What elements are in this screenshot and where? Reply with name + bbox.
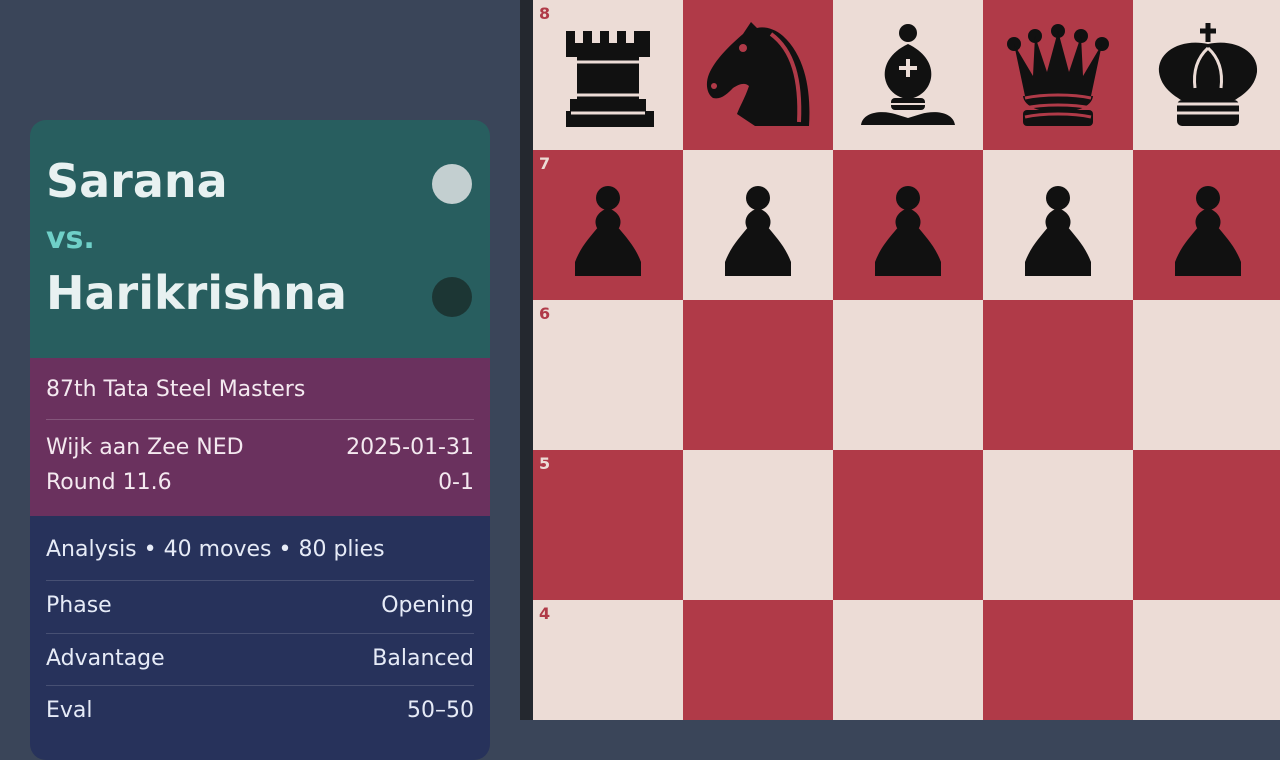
black-player-name: Harikrishna bbox=[46, 266, 347, 320]
square-b5[interactable] bbox=[683, 450, 833, 600]
analysis-row-eval: Eval 50–50 bbox=[46, 685, 474, 723]
square-d4[interactable] bbox=[983, 600, 1133, 720]
rank-label: 5 bbox=[539, 454, 551, 473]
event-date: 2025-01-31 bbox=[346, 435, 474, 460]
square-b7[interactable] bbox=[683, 150, 833, 300]
square-b8[interactable] bbox=[683, 0, 833, 150]
square-c8[interactable] bbox=[833, 0, 983, 150]
analysis-title: Analysis • 40 moves • 80 plies bbox=[46, 537, 385, 562]
black-bishop-icon[interactable] bbox=[833, 0, 983, 150]
analysis-value: Balanced bbox=[372, 646, 474, 671]
black-queen-icon[interactable] bbox=[983, 0, 1133, 150]
black-pawn-icon[interactable] bbox=[683, 150, 833, 300]
analysis-row-phase: Phase Opening bbox=[46, 580, 474, 618]
analysis-row-advantage: Advantage Balanced bbox=[46, 633, 474, 671]
players-panel: Sarana vs. Harikrishna bbox=[30, 120, 490, 358]
event-site-row: Wijk aan Zee NED 2025-01-31 bbox=[46, 435, 474, 460]
analysis-value: 50–50 bbox=[407, 698, 474, 723]
square-b6[interactable] bbox=[683, 300, 833, 450]
black-pawn-icon[interactable] bbox=[833, 150, 983, 300]
black-pawn-icon[interactable] bbox=[1133, 150, 1280, 300]
square-c7[interactable] bbox=[833, 150, 983, 300]
game-info-card: Sarana vs. Harikrishna 87th Tata Steel M… bbox=[30, 120, 490, 760]
analysis-panel: Analysis • 40 moves • 80 plies Phase Ope… bbox=[30, 516, 490, 760]
square-e4[interactable] bbox=[1133, 600, 1280, 720]
square-a8[interactable]: 8 bbox=[533, 0, 683, 150]
white-side-indicator bbox=[432, 164, 472, 204]
square-b4[interactable] bbox=[683, 600, 833, 720]
divider bbox=[46, 419, 474, 420]
black-king-icon[interactable] bbox=[1133, 0, 1280, 150]
square-c5[interactable] bbox=[833, 450, 983, 600]
square-e5[interactable] bbox=[1133, 450, 1280, 600]
chess-board[interactable]: 87 6 5 4 bbox=[533, 0, 1280, 720]
rank-label: 6 bbox=[539, 304, 551, 323]
square-d6[interactable] bbox=[983, 300, 1133, 450]
analysis-label: Advantage bbox=[46, 646, 165, 671]
square-c6[interactable] bbox=[833, 300, 983, 450]
black-pawn-icon[interactable] bbox=[533, 150, 683, 300]
square-d5[interactable] bbox=[983, 450, 1133, 600]
white-player-name: Sarana bbox=[46, 154, 228, 208]
square-e7[interactable] bbox=[1133, 150, 1280, 300]
game-result: 0-1 bbox=[438, 470, 474, 495]
square-a4[interactable]: 4 bbox=[533, 600, 683, 720]
black-side-indicator bbox=[432, 277, 472, 317]
black-knight-icon[interactable] bbox=[683, 0, 833, 150]
versus-label: vs. bbox=[46, 221, 95, 256]
event-round-row: Round 11.6 0-1 bbox=[46, 470, 474, 495]
event-site: Wijk aan Zee NED bbox=[46, 435, 244, 460]
black-rook-icon[interactable] bbox=[533, 0, 683, 150]
event-title: 87th Tata Steel Masters bbox=[46, 377, 306, 402]
event-panel: 87th Tata Steel Masters Wijk aan Zee NED… bbox=[30, 358, 490, 516]
rank-label: 4 bbox=[539, 604, 551, 623]
square-a6[interactable]: 6 bbox=[533, 300, 683, 450]
square-e8[interactable] bbox=[1133, 0, 1280, 150]
event-round: Round 11.6 bbox=[46, 470, 172, 495]
square-d8[interactable] bbox=[983, 0, 1133, 150]
sidebar: Sarana vs. Harikrishna 87th Tata Steel M… bbox=[0, 0, 520, 760]
square-a7[interactable]: 7 bbox=[533, 150, 683, 300]
analysis-label: Phase bbox=[46, 593, 112, 618]
analysis-value: Opening bbox=[381, 593, 474, 618]
square-e6[interactable] bbox=[1133, 300, 1280, 450]
board-area: 87 6 5 4 bbox=[520, 0, 1280, 720]
square-d7[interactable] bbox=[983, 150, 1133, 300]
analysis-label: Eval bbox=[46, 698, 93, 723]
square-c4[interactable] bbox=[833, 600, 983, 720]
black-pawn-icon[interactable] bbox=[983, 150, 1133, 300]
square-a5[interactable]: 5 bbox=[533, 450, 683, 600]
